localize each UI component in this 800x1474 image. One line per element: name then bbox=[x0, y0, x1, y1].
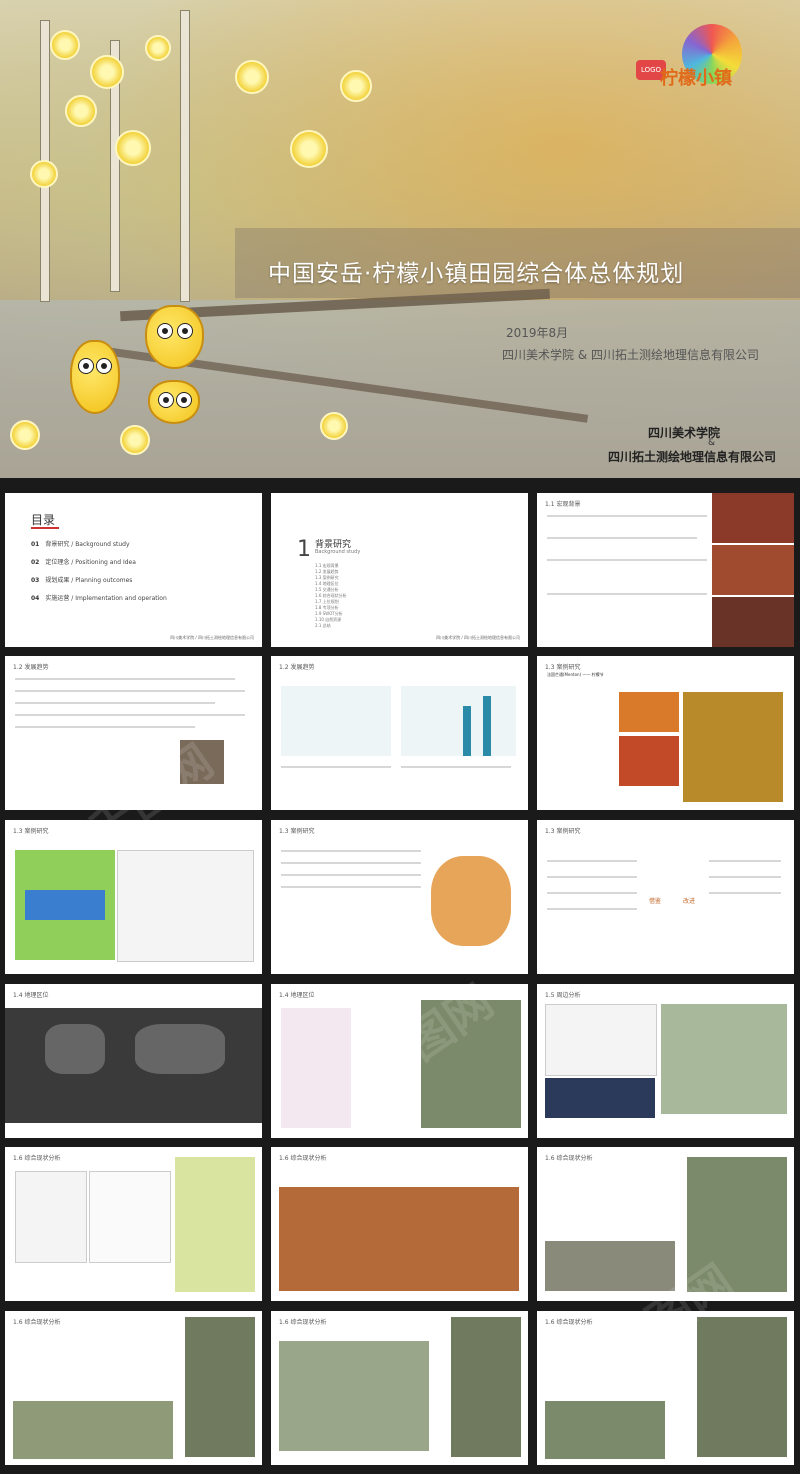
table bbox=[89, 1171, 171, 1263]
lemon-slice-icon bbox=[320, 412, 348, 440]
photo bbox=[683, 692, 783, 802]
slide-toc[interactable]: 目录 01 背景研究 / Background study 02 定位理念 / Po… bbox=[5, 493, 262, 647]
slide-1-6a[interactable]: 1.6 综合现状分析 bbox=[5, 1147, 262, 1301]
photo-grid bbox=[279, 1187, 519, 1291]
case-summary-left: 借鉴 bbox=[649, 898, 662, 905]
slide-title: 1.6 综合现状分析 bbox=[13, 1319, 61, 1326]
slide-title: 1.6 综合现状分析 bbox=[279, 1155, 327, 1162]
slide-1-1[interactable]: 1.1 宏观背景 bbox=[537, 493, 794, 647]
slide-title: 1.3 案例研究 bbox=[545, 664, 581, 671]
lemon-slice-icon bbox=[235, 60, 269, 94]
slide-footer: 四川美术学院 / 四川拓土测绘地理信息有限公司 bbox=[170, 635, 254, 640]
table bbox=[545, 1004, 657, 1076]
photo bbox=[619, 736, 679, 786]
photo bbox=[712, 597, 794, 647]
section-number: 1 bbox=[297, 537, 311, 562]
lemon-mascot bbox=[148, 380, 200, 424]
slide-title: 1.2 发展趋势 bbox=[279, 664, 315, 671]
map bbox=[175, 1157, 255, 1292]
lemon-slice-icon bbox=[10, 420, 40, 450]
toc-heading: 目录 bbox=[31, 513, 56, 527]
slide-title: 1.6 综合现状分析 bbox=[545, 1155, 593, 1162]
lemon-slice-icon bbox=[30, 160, 58, 188]
slide-title: 1.6 综合现状分析 bbox=[279, 1319, 327, 1326]
toc-item[interactable]: 02 定位理念 / Positioning and Idea bbox=[31, 557, 136, 566]
case-menton: 法国芒通(Menton) —— 柠檬节 bbox=[547, 672, 604, 677]
ampersand: & bbox=[708, 438, 716, 448]
slide-1-5[interactable]: 1.5 周边分析 bbox=[537, 984, 794, 1138]
map bbox=[281, 1008, 351, 1128]
satellite-map bbox=[185, 1317, 255, 1457]
slide-1-6b[interactable]: 1.6 综合现状分析 bbox=[271, 1147, 528, 1301]
slide-1-3a[interactable]: 1.3 案例研究 法国芒通(Menton) —— 柠檬节 bbox=[537, 656, 794, 810]
map bbox=[661, 1004, 787, 1114]
cover-organization: 四川美术学院 & 四川拓土测绘地理信息有限公司 bbox=[502, 348, 759, 362]
client-line-2: 四川拓土测绘地理信息有限公司 bbox=[608, 450, 777, 464]
lemon-slice-icon bbox=[145, 35, 171, 61]
lemon-mascot bbox=[145, 305, 204, 369]
slide-title: 1.6 综合现状分析 bbox=[13, 1155, 61, 1162]
slide-title: 1.4 地理区位 bbox=[13, 992, 49, 999]
birch-tree bbox=[180, 10, 190, 302]
toc-item[interactable]: 01 背景研究 / Background study bbox=[31, 539, 130, 548]
slide-1-3c[interactable]: 1.3 案例研究 bbox=[271, 820, 528, 974]
logo-text: 柠檬小镇 bbox=[660, 68, 732, 89]
bar-chart bbox=[401, 686, 516, 756]
chart bbox=[545, 1078, 655, 1118]
cover-title: 中国安岳·柠檬小镇田园综合体总体规划 bbox=[268, 261, 685, 287]
slide-title: 1.6 综合现状分析 bbox=[545, 1319, 593, 1326]
lemon-mascot bbox=[70, 340, 120, 414]
slide-section-1[interactable]: 1 背景研究 Background study 1.1 宏观背景 1.2 发展趋势… bbox=[271, 493, 528, 647]
photo bbox=[545, 1401, 665, 1459]
lemon-slice-icon bbox=[340, 70, 372, 102]
slide-title: 1.3 案例研究 bbox=[279, 828, 315, 835]
cover-date: 2019年8月 bbox=[506, 326, 569, 340]
slide-title: 1.1 宏观背景 bbox=[545, 501, 581, 508]
slide-1-6d[interactable]: 1.6 综合现状分析 bbox=[5, 1311, 262, 1465]
section-item-list: 1.1 宏观背景 1.2 发展趋势 1.3 案例研究 1.4 地理区位 1.5 交通分… bbox=[315, 563, 347, 628]
satellite-map bbox=[451, 1317, 521, 1457]
section-subtitle: Background study bbox=[315, 549, 361, 555]
slide-1-2b[interactable]: 1.2 发展趋势 bbox=[271, 656, 528, 810]
slide-title: 1.5 周边分析 bbox=[545, 992, 581, 999]
table bbox=[117, 850, 254, 962]
lemon-slice-icon bbox=[115, 130, 151, 166]
photo bbox=[13, 1401, 173, 1459]
lemon-slice-icon bbox=[290, 130, 328, 168]
toc-underline bbox=[31, 527, 59, 529]
lemon-slice-icon bbox=[50, 30, 80, 60]
slide-1-4a[interactable]: 1.4 地理区位 bbox=[5, 984, 262, 1138]
table bbox=[15, 1171, 87, 1263]
cover-slide: LOGO 柠檬小镇 中国安岳·柠檬小镇田园综合体总体规划 2019年8月 四川美… bbox=[0, 0, 800, 478]
toc-item[interactable]: 04 实施运营 / Implementation and operation bbox=[31, 593, 167, 602]
case-summary-right: 改进 bbox=[683, 898, 696, 905]
toc-item[interactable]: 03 规划成果 / Planning outcomes bbox=[31, 575, 132, 584]
slide-1-6e[interactable]: 1.6 综合现状分析 bbox=[271, 1311, 528, 1465]
slide-title: 1.2 发展趋势 bbox=[13, 664, 49, 671]
world-map bbox=[5, 1008, 262, 1123]
photo-grid bbox=[279, 1341, 429, 1451]
satellite-map bbox=[697, 1317, 787, 1457]
slide-1-3d[interactable]: 1.3 案例研究 借鉴 改进 bbox=[537, 820, 794, 974]
lemon-slice-icon bbox=[120, 425, 150, 455]
slide-title: 1.3 案例研究 bbox=[13, 828, 49, 835]
line-chart bbox=[281, 686, 391, 756]
photo bbox=[619, 692, 679, 732]
lemon-slice-icon bbox=[90, 55, 124, 89]
slide-title: 1.3 案例研究 bbox=[545, 828, 581, 835]
lemon-slice-icon bbox=[65, 95, 97, 127]
photo bbox=[712, 545, 794, 595]
photo bbox=[712, 493, 794, 543]
map bbox=[431, 856, 511, 946]
slide-footer: 四川美术学院 / 四川拓土测绘地理信息有限公司 bbox=[436, 635, 520, 640]
slide-title: 1.4 地理区位 bbox=[279, 992, 315, 999]
